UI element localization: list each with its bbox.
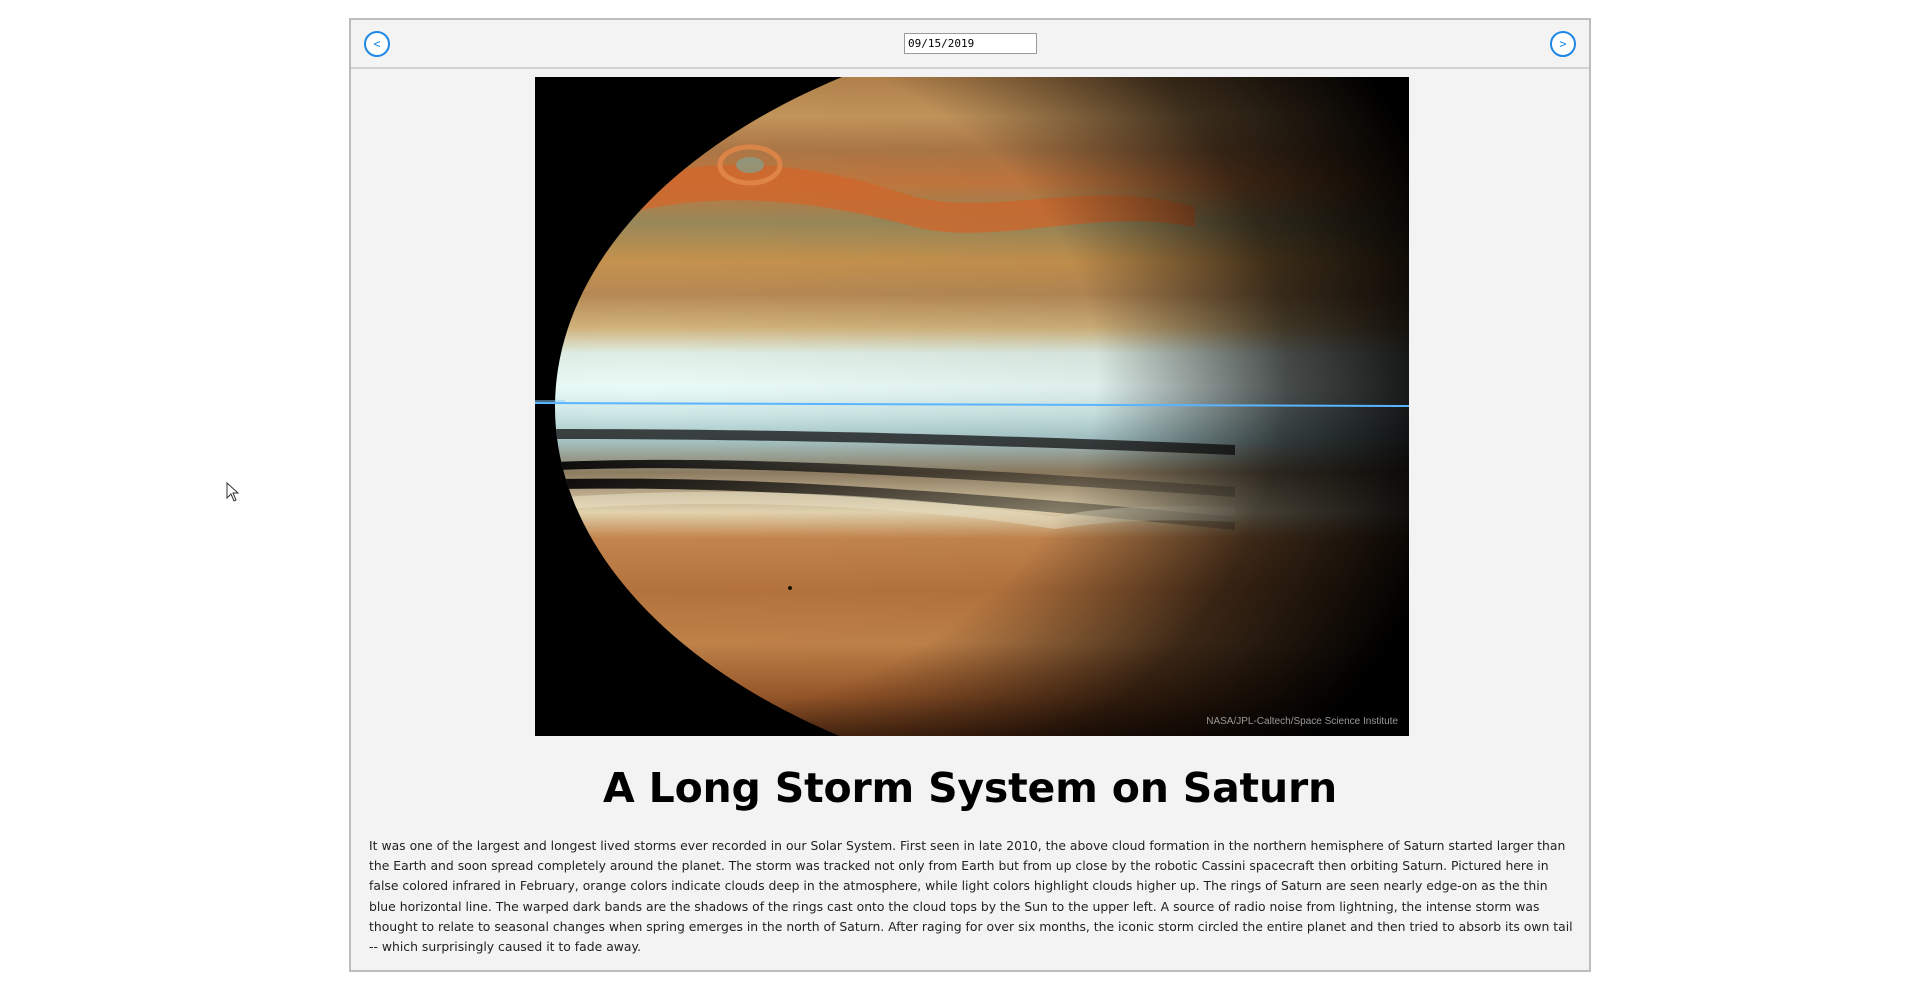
apod-panel: < > (349, 18, 1591, 972)
explanation-text: It was one of the largest and longest li… (369, 838, 1573, 955)
date-input[interactable] (904, 33, 1037, 54)
page-title: A Long Storm System on Saturn (603, 764, 1337, 812)
image-credit: NASA/JPL-Caltech/Space Science Institute (1206, 716, 1398, 727)
mouse-pointer-icon (226, 482, 240, 502)
astronomy-picture: NASA/JPL-Caltech/Space Science Institute (535, 77, 1409, 736)
next-day-button[interactable]: > (1550, 31, 1576, 57)
saturn-storm-image (535, 77, 1409, 736)
chevron-left-icon: < (373, 37, 381, 51)
previous-day-button[interactable]: < (364, 31, 390, 57)
date-navigation-bar: < > (351, 20, 1589, 69)
chevron-right-icon: > (1559, 37, 1567, 51)
